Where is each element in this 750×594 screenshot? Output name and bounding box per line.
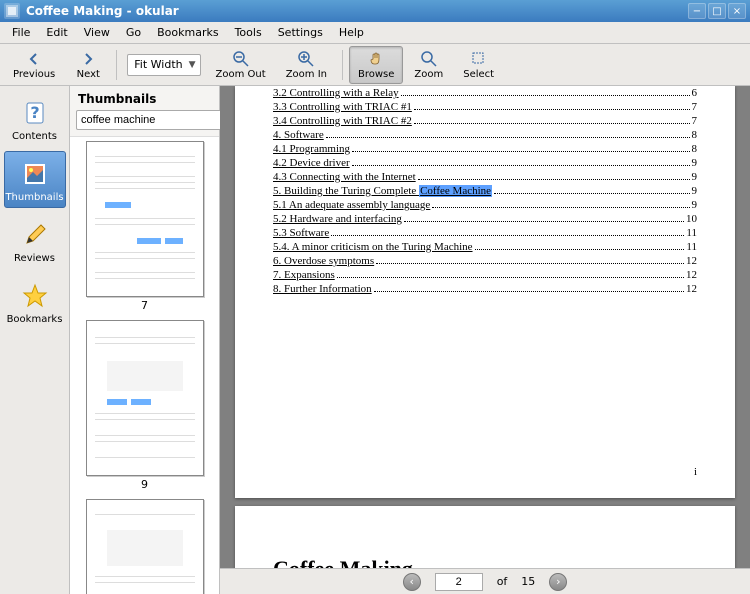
menubar: File Edit View Go Bookmarks Tools Settin… [0,22,750,44]
zoom-out-icon [231,50,251,68]
page-roman: i [273,466,697,478]
star-icon [19,280,51,312]
zoom-in-button[interactable]: Zoom In [277,46,336,84]
window-title: Coffee Making - okular [26,4,688,18]
toc-row[interactable]: 8. Further Information12 [273,282,697,296]
menu-bookmarks[interactable]: Bookmarks [149,24,226,41]
minimize-button[interactable]: − [688,3,706,19]
zoom-out-button[interactable]: Zoom Out [207,46,275,84]
menu-file[interactable]: File [4,24,38,41]
search-input[interactable] [76,110,242,130]
hand-icon [366,50,386,68]
zoom-tool-button[interactable]: Zoom [405,46,452,84]
doc-title: Coffee Making [273,556,697,568]
maximize-button[interactable]: □ [708,3,726,19]
nav-total: 15 [521,575,535,588]
toc-row[interactable]: 5.2 Hardware and interfacing10 [273,212,697,226]
side-tabs: ? Contents Thumbnails Reviews Bookmarks [0,86,70,594]
menu-go[interactable]: Go [118,24,149,41]
toolbar-separator [342,50,343,80]
thumbnail-number: 7 [76,299,213,312]
content-area: ? Contents Thumbnails Reviews Bookmarks … [0,86,750,594]
titlebar: Coffee Making - okular − □ × [0,0,750,22]
toc-row[interactable]: 5.4. A minor criticism on the Turing Mac… [273,240,697,254]
tab-thumbnails[interactable]: Thumbnails [4,151,66,208]
toc-row[interactable]: 4.1 Programming8 [273,142,697,156]
toc-row[interactable]: 4.3 Connecting with the Internet9 [273,170,697,184]
zoom-combo-value: Fit Width [134,58,182,71]
toc-row[interactable]: 4. Software8 [273,128,697,142]
next-page-button[interactable]: › [549,573,567,591]
toc-row[interactable]: 4.2 Device driver9 [273,156,697,170]
menu-edit[interactable]: Edit [38,24,75,41]
thumbnails-list[interactable]: 7 9 [70,136,219,594]
page-number-input[interactable] [435,573,483,591]
prev-page-button[interactable]: ‹ [403,573,421,591]
toc-row[interactable]: 7. Expansions12 [273,268,697,282]
close-button[interactable]: × [728,3,746,19]
toc-row[interactable]: 5.1 An adequate assembly language9 [273,198,697,212]
document-viewer: 3.2 Controlling with a Relay63.3 Control… [220,86,750,594]
contents-icon: ? [19,97,51,129]
tab-contents[interactable]: ? Contents [4,90,66,147]
zoom-in-icon [296,50,316,68]
toc-row[interactable]: 6. Overdose symptoms12 [273,254,697,268]
tab-bookmarks[interactable]: Bookmarks [4,273,66,330]
toc-row[interactable]: 5.3 Software11 [273,226,697,240]
toc-row[interactable]: 3.3 Controlling with TRIAC #17 [273,100,697,114]
nav-of-label: of [497,575,508,588]
document-page: 3.2 Controlling with a Relay63.3 Control… [235,86,735,498]
thumbnail-item[interactable] [76,499,213,594]
previous-button[interactable]: Previous [4,46,64,84]
thumbnail-item[interactable]: 9 [76,320,213,491]
panel-title: Thumbnails [70,86,219,110]
thumbnail-item[interactable]: 7 [76,141,213,312]
chevron-down-icon: ▼ [189,60,196,70]
tab-reviews[interactable]: Reviews [4,212,66,269]
pencil-icon [19,219,51,251]
select-button[interactable]: Select [454,46,503,84]
toc-row[interactable]: 3.4 Controlling with TRIAC #27 [273,114,697,128]
document-scroll[interactable]: 3.2 Controlling with a Relay63.3 Control… [220,86,750,568]
zoom-combo[interactable]: Fit Width ▼ [127,54,200,76]
page-navbar: ‹ of 15 › [220,568,750,594]
browse-button[interactable]: Browse [349,46,403,84]
svg-text:?: ? [30,103,39,122]
menu-tools[interactable]: Tools [227,24,270,41]
menu-view[interactable]: View [76,24,118,41]
toolbar: Previous Next Fit Width ▼ Zoom Out Zoom … [0,44,750,86]
magnifier-icon [419,50,439,68]
app-icon [4,3,20,19]
thumbnail-number: 9 [76,478,213,491]
menu-help[interactable]: Help [331,24,372,41]
document-page: Coffee Making Fotis Georgatos < gef@ceid… [235,506,735,568]
next-button[interactable]: Next [66,46,110,84]
toc-row[interactable]: 5. Building the Turing Complete Coffee M… [273,184,697,198]
select-icon [469,50,489,68]
thumbnails-panel: Thumbnails ⊗ 7 [70,86,220,594]
menu-settings[interactable]: Settings [270,24,331,41]
arrow-left-icon [24,50,44,68]
thumbnails-icon [19,158,51,190]
toc-row[interactable]: 3.2 Controlling with a Relay6 [273,86,697,100]
toolbar-separator [116,50,117,80]
arrow-right-icon [78,50,98,68]
